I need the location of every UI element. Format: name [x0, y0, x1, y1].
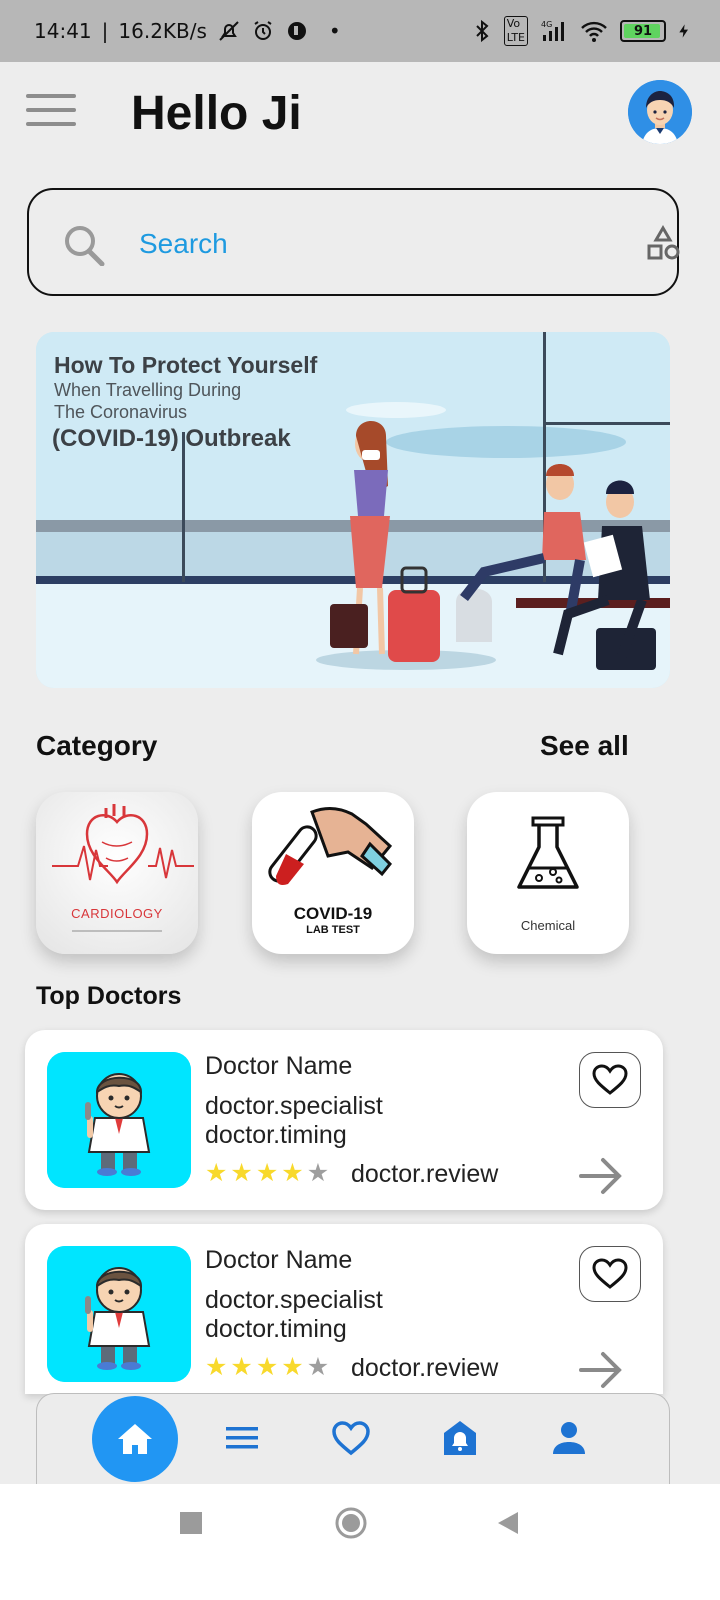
arrow-right-icon[interactable] [577, 1346, 625, 1394]
home-system-button[interactable] [334, 1506, 368, 1540]
category-label: COVID-19 [293, 904, 373, 923]
battery-indicator: 91 [620, 20, 666, 42]
banner-headline: (COVID-19) Outbreak [52, 425, 291, 452]
category-card-chemical[interactable]: Chemical [467, 792, 629, 954]
wifi-icon [581, 21, 607, 42]
doctor-specialist: doctor.specialist [205, 1092, 383, 1120]
search-icon[interactable] [63, 224, 105, 266]
star-icon: ★ [255, 1159, 279, 1187]
doctor-review: doctor.review [351, 1160, 499, 1188]
doctor-review: doctor.review [351, 1354, 499, 1382]
test-tube-hand-icon [268, 807, 393, 885]
category-sublabel: LAB TEST [306, 924, 360, 936]
notification-icon[interactable] [440, 1418, 480, 1458]
category-heading: Category [36, 730, 158, 761]
avatar[interactable] [628, 80, 692, 144]
bluetooth-icon [475, 19, 489, 43]
doctor-name: Doctor Name [205, 1052, 353, 1080]
recent-apps-button[interactable] [180, 1512, 202, 1534]
doctor-avatar [47, 1052, 191, 1188]
signal-icon: 4G [541, 20, 564, 41]
star-icon: ★ [281, 1353, 304, 1381]
see-all-link[interactable]: See all [540, 730, 629, 762]
status-bar: 14:41 | 16.2KB/s • Vo LTE 4G 91 [0, 0, 720, 62]
category-label: CARDIOLOGY [71, 906, 163, 921]
app-status-icon [287, 22, 306, 40]
heart-anatomy-icon [52, 804, 194, 885]
doctor-name: Doctor Name [205, 1246, 353, 1274]
doctor-timing: doctor.timing [205, 1121, 347, 1149]
star-icon: ★ [230, 1353, 253, 1381]
star-icon: ★ [230, 1159, 253, 1187]
doctor-specialist: doctor.specialist [205, 1286, 383, 1314]
heart-outline-icon [592, 1258, 628, 1289]
home-icon [118, 1424, 152, 1454]
status-time: 14:41 [34, 19, 92, 43]
favorite-button[interactable] [579, 1246, 641, 1302]
doctor-rating: ★ ★ ★ ★ ★ [205, 1158, 329, 1188]
star-empty-icon: ★ [306, 1353, 330, 1381]
category-card-covid-test[interactable]: COVID-19 LAB TEST [252, 792, 414, 954]
arrow-right-icon[interactable] [577, 1152, 625, 1200]
app-header: Hello Ji [0, 62, 720, 162]
star-icon: ★ [205, 1353, 228, 1381]
mute-bell-icon [219, 21, 239, 41]
search-input[interactable] [139, 220, 599, 268]
menu-icon[interactable] [26, 94, 76, 130]
search-bar [27, 188, 680, 296]
menu-icon[interactable] [222, 1418, 262, 1458]
status-speed: 16.2KB/s [118, 19, 207, 43]
banner-title: How To Protect Yourself [54, 352, 318, 378]
profile-icon[interactable] [549, 1418, 589, 1458]
volte-badge: Vo LTE [503, 16, 528, 46]
heart-icon[interactable] [331, 1418, 371, 1458]
svg-text:4G: 4G [541, 20, 552, 29]
page-title: Hello Ji [131, 87, 302, 140]
star-empty-icon: ★ [306, 1159, 330, 1187]
favorite-button[interactable] [579, 1052, 641, 1108]
banner-subtitle-2: The Coronavirus [54, 402, 188, 422]
category-card-cardiology[interactable]: CARDIOLOGY [36, 792, 198, 954]
filter-shapes-icon[interactable] [643, 224, 683, 264]
flask-icon [517, 816, 579, 889]
promo-banner[interactable]: How To Protect Yourself When Travelling … [36, 332, 670, 688]
doctor-rating: ★ ★ ★ ★ ★ [205, 1352, 329, 1382]
heart-outline-icon [592, 1064, 628, 1095]
back-button[interactable] [496, 1510, 520, 1536]
doctor-avatar [47, 1246, 191, 1382]
doctor-card[interactable]: Doctor Name doctor.specialist doctor.tim… [25, 1224, 663, 1394]
doctor-timing: doctor.timing [205, 1315, 347, 1343]
system-navigation-bar [0, 1484, 720, 1600]
alarm-icon [254, 21, 272, 40]
top-doctors-heading: Top Doctors [36, 982, 182, 1010]
doctor-card[interactable]: Doctor Name doctor.specialist doctor.tim… [25, 1030, 663, 1210]
nav-home-button[interactable] [92, 1396, 178, 1482]
charging-icon [679, 24, 688, 38]
category-label: Chemical [520, 918, 576, 933]
star-icon: ★ [281, 1159, 304, 1187]
star-icon: ★ [205, 1159, 228, 1187]
star-icon: ★ [255, 1353, 279, 1381]
banner-subtitle-1: When Travelling During [54, 380, 242, 400]
